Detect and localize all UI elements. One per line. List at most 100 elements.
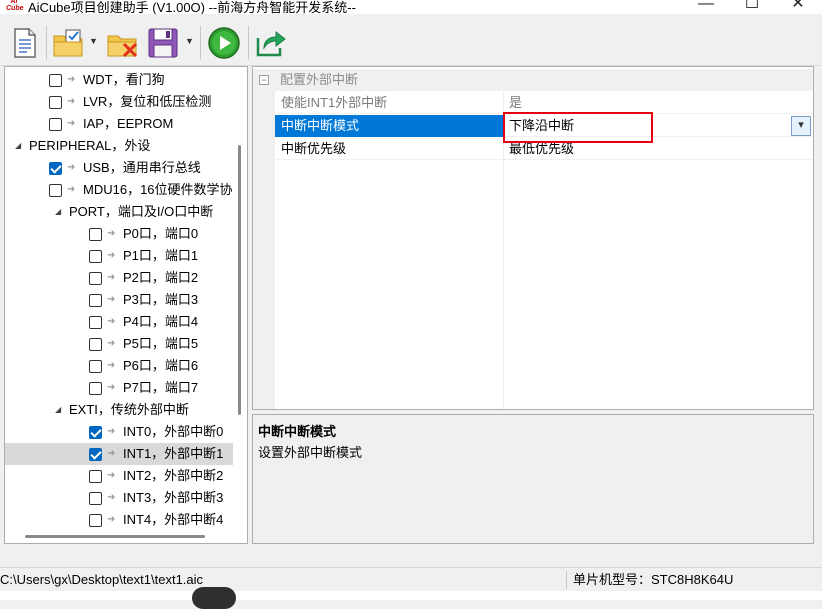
arrow-right-icon: ➜ xyxy=(67,118,76,129)
new-file-icon[interactable] xyxy=(12,26,38,60)
mcu-model-label: 单片机型号：STC8H8K64U xyxy=(573,572,734,587)
arrow-right-icon: ➜ xyxy=(107,382,116,393)
expand-collapse-icon[interactable]: ◢ xyxy=(55,399,61,421)
tree-item[interactable]: ➜ IAP，EEPROM xyxy=(5,113,233,135)
project-file-path: C:\Users\gx\Desktop\text1\text1.aic xyxy=(0,572,204,587)
tree-item-checkbox[interactable] xyxy=(89,426,102,439)
tree-item[interactable]: ➜ P3口，端口3 xyxy=(5,289,233,311)
tree-item[interactable]: ➜ MDU16，16位硬件数学协处理器 xyxy=(5,179,247,201)
tree-item-checkbox[interactable] xyxy=(89,228,102,241)
tree-item-label: INT1，外部中断1 xyxy=(123,446,224,461)
tree-item[interactable]: ➜ INT4，外部中断4 xyxy=(5,509,233,531)
tree-item-label: WDT，看门狗 xyxy=(83,72,165,87)
tree-item[interactable]: ◢ EXTI，传统外部中断 xyxy=(5,399,233,421)
property-name[interactable]: 使能INT1外部中断 xyxy=(275,92,503,114)
tree-item-label: P4口，端口4 xyxy=(123,314,199,329)
tree-item[interactable]: ➜ INT0，外部中断0 xyxy=(5,421,233,443)
arrow-right-icon: ➜ xyxy=(107,294,116,305)
arrow-right-icon: ➜ xyxy=(107,426,116,437)
tree-item-checkbox[interactable] xyxy=(89,448,102,461)
tree-item-label: P7口，端口7 xyxy=(123,380,199,395)
tree-horizontal-scrollbar[interactable] xyxy=(5,529,233,543)
property-value[interactable]: 是 xyxy=(504,92,813,114)
property-category-label: 配置外部中断 xyxy=(280,72,359,87)
expand-collapse-icon[interactable]: ◢ xyxy=(15,135,21,157)
tree-item[interactable]: ➜ LVR，复位和低压检测 xyxy=(5,91,233,113)
toolbar-separator xyxy=(46,26,47,60)
tree-item-checkbox[interactable] xyxy=(89,338,102,351)
arrow-right-icon: ➜ xyxy=(107,360,116,371)
expand-collapse-icon[interactable]: ◢ xyxy=(55,201,61,223)
tree-item-label: INT3，外部中断3 xyxy=(123,490,224,505)
tree-vertical-scroll-thumb[interactable] xyxy=(238,145,241,415)
tree-item[interactable]: ➜ P1口，端口1 xyxy=(5,245,233,267)
tree-item-checkbox[interactable] xyxy=(89,250,102,263)
tree-item[interactable]: ➜ USB，通用串行总线 xyxy=(5,157,233,179)
tree-item[interactable]: ➜ INT3，外部中断3 xyxy=(5,487,233,509)
tree-horizontal-scroll-thumb[interactable] xyxy=(25,535,205,538)
tree-item-label: LVR，复位和低压检测 xyxy=(83,94,212,109)
tree-item-checkbox[interactable] xyxy=(49,74,62,87)
close-button[interactable]: ✕ xyxy=(775,0,821,14)
tree-item[interactable]: ➜ P5口，端口5 xyxy=(5,333,233,355)
tree-item[interactable]: ➜ P0口，端口0 xyxy=(5,223,233,245)
open-folder-icon[interactable] xyxy=(52,26,86,60)
property-name[interactable]: 中断中断模式 xyxy=(275,115,503,137)
tree-item-label: PERIPHERAL，外设 xyxy=(29,138,151,153)
tree-item-checkbox[interactable] xyxy=(89,360,102,373)
tree-item-checkbox[interactable] xyxy=(49,96,62,109)
taskbar-overlay-icon xyxy=(192,587,236,609)
minimize-button[interactable]: — xyxy=(683,0,729,14)
tree-item[interactable]: ◢ PERIPHERAL，外设 xyxy=(5,135,233,157)
open-dropdown-arrow-icon[interactable]: ▼ xyxy=(89,36,98,46)
delete-folder-icon[interactable] xyxy=(106,26,140,60)
tree-item-checkbox[interactable] xyxy=(89,492,102,505)
collapse-toggle-icon[interactable]: − xyxy=(259,75,269,85)
run-icon[interactable] xyxy=(207,26,241,60)
save-dropdown-arrow-icon[interactable]: ▼ xyxy=(185,36,194,46)
status-separator xyxy=(566,571,567,589)
tree-item-checkbox[interactable] xyxy=(89,382,102,395)
value-dropdown-button[interactable]: ▾ xyxy=(791,116,811,136)
tree-item-label: P3口，端口3 xyxy=(123,292,199,307)
arrow-right-icon: ➜ xyxy=(67,74,76,85)
annotation-highlight-box xyxy=(503,112,653,143)
tree-item[interactable]: ◢ PORT，端口及I/O口中断 xyxy=(5,201,233,223)
property-name[interactable]: 中断优先级 xyxy=(275,138,503,160)
tree-item-checkbox[interactable] xyxy=(89,316,102,329)
tree-item[interactable]: ➜ P7口，端口7 xyxy=(5,377,233,399)
property-description-panel: 中断中断模式 设置外部中断模式 xyxy=(252,414,814,544)
tree-item[interactable]: ➜ P4口，端口4 xyxy=(5,311,233,333)
tree-item[interactable]: ➜ WDT，看门狗 xyxy=(5,69,233,91)
property-row[interactable]: 使能INT1外部中断是 xyxy=(275,92,813,114)
property-grid: − 配置外部中断 使能INT1外部中断是中断中断模式 下降沿中断 中断优先级 最低优先… xyxy=(252,66,814,410)
toolbar: ▼ ▼ xyxy=(0,14,822,66)
tree-item-checkbox[interactable] xyxy=(89,514,102,527)
status-bar: C:\Users\gx\Desktop\text1\text1.aic 单片机型… xyxy=(0,567,822,591)
tree-item-checkbox[interactable] xyxy=(49,184,62,197)
tree-item-checkbox[interactable] xyxy=(89,272,102,285)
tree-item-label: P6口，端口6 xyxy=(123,358,199,373)
property-category[interactable]: − 配置外部中断 xyxy=(253,69,813,91)
tree-vertical-scrollbar[interactable] xyxy=(233,67,247,543)
arrow-right-icon: ➜ xyxy=(107,492,116,503)
tree-item-label: INT0，外部中断0 xyxy=(123,424,224,439)
tree-item[interactable]: ➜ INT2，外部中断2 xyxy=(5,465,233,487)
tree-item-checkbox[interactable] xyxy=(89,294,102,307)
arrow-right-icon: ➜ xyxy=(107,250,116,261)
maximize-button[interactable]: ☐ xyxy=(729,0,775,14)
export-icon[interactable] xyxy=(254,26,288,60)
tree-item-checkbox[interactable] xyxy=(49,118,62,131)
app-logo-icon: Ai Cube xyxy=(6,0,24,12)
tree-item-label: INT4，外部中断4 xyxy=(123,512,224,527)
arrow-right-icon: ➜ xyxy=(107,338,116,349)
tree-item-checkbox[interactable] xyxy=(89,470,102,483)
tree-item[interactable]: ➜ INT1，外部中断1 xyxy=(5,443,233,465)
peripheral-tree[interactable]: ➜ WDT，看门狗 ➜ LVR，复位和低压检测 ➜ IAP，EEPROM ◢ PERIPHER… xyxy=(4,66,248,544)
tree-item-label: P1口，端口1 xyxy=(123,248,199,263)
tree-item[interactable]: ➜ P6口，端口6 xyxy=(5,355,233,377)
tree-item-checkbox[interactable] xyxy=(49,162,62,175)
tree-item[interactable]: ➜ P2口，端口2 xyxy=(5,267,233,289)
save-icon[interactable] xyxy=(146,26,180,60)
arrow-right-icon: ➜ xyxy=(107,272,116,283)
